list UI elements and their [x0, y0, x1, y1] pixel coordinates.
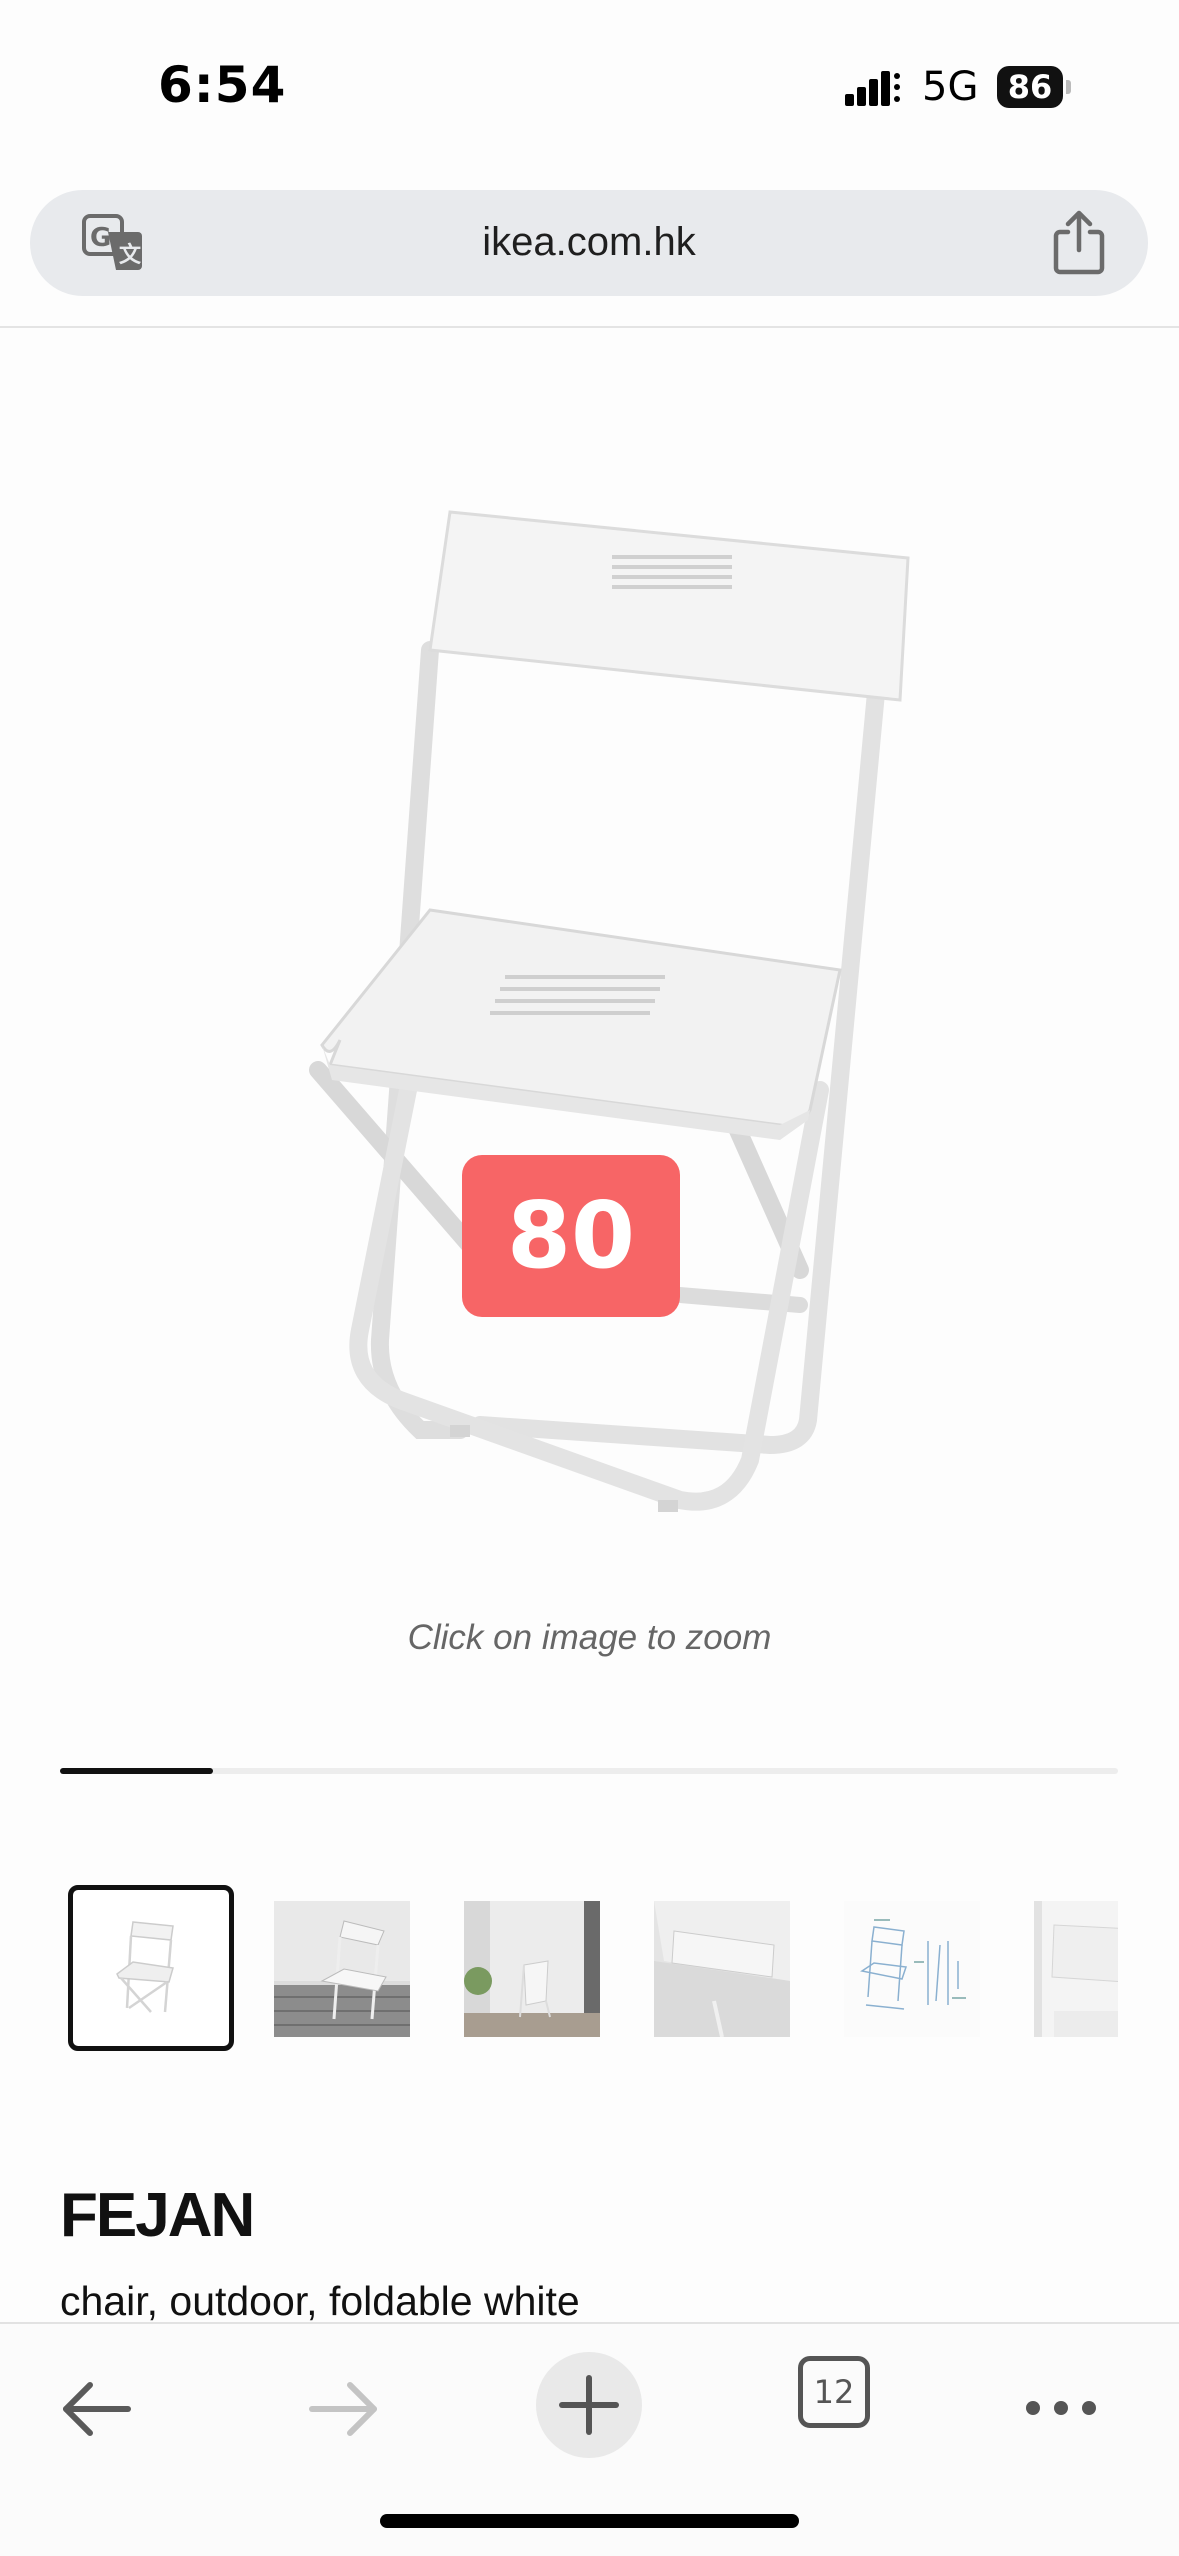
signal-bars-icon	[845, 71, 900, 106]
image-badge: 80	[462, 1155, 680, 1317]
url-text[interactable]: ikea.com.hk	[30, 220, 1148, 265]
thumbnail-strip[interactable]	[68, 1885, 1118, 2055]
thumbnail-1[interactable]	[68, 1885, 234, 2051]
browser-screen: 6:54 5G 86 G 文 ikea.com.hk 80 Click on i…	[0, 0, 1179, 2556]
zoom-hint: Click on image to zoom	[407, 1618, 772, 1657]
thumbnail-4[interactable]	[654, 1901, 790, 2037]
gallery-progress-track	[60, 1768, 1118, 1774]
more-icon[interactable]	[1006, 2354, 1116, 2464]
thumbnail-6[interactable]	[1034, 1901, 1118, 2037]
product-image-chair[interactable]	[260, 500, 920, 1560]
status-bar: 6:54 5G 86	[0, 0, 1179, 170]
battery-nub	[1066, 80, 1071, 94]
tab-switcher-button[interactable]: 12	[798, 2356, 870, 2428]
product-description: chair, outdoor, foldable white	[60, 2278, 580, 2324]
divider	[0, 326, 1179, 328]
thumbnail-5-dimensions[interactable]	[844, 1901, 980, 2037]
plus-icon	[559, 2375, 619, 2435]
back-arrow-icon[interactable]	[42, 2354, 152, 2464]
home-indicator	[380, 2514, 799, 2528]
network-type: 5G	[922, 64, 979, 110]
forward-arrow-icon[interactable]	[288, 2354, 398, 2464]
battery-indicator: 86	[997, 66, 1063, 108]
share-icon[interactable]	[1048, 208, 1110, 276]
gallery-progress-fill	[60, 1768, 214, 1774]
new-tab-button[interactable]	[536, 2352, 642, 2458]
product-name: FEJAN	[60, 2181, 255, 2250]
address-bar[interactable]: G 文 ikea.com.hk	[30, 190, 1148, 296]
status-time: 6:54	[158, 56, 287, 114]
thumbnail-3[interactable]	[464, 1901, 600, 2037]
thumbnail-2[interactable]	[274, 1901, 410, 2037]
